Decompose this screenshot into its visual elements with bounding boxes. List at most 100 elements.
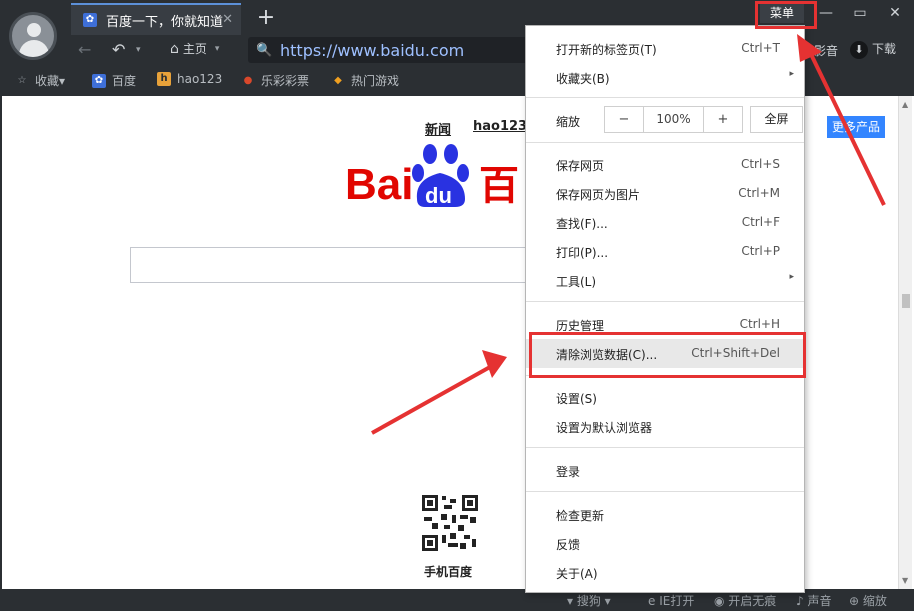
hao123-icon: h [157,72,171,86]
submenu-arrow-icon: ▸ [789,272,794,282]
zoom-out-button[interactable]: − [605,107,643,132]
bookmark-games[interactable]: ◆ 热门游戏 [331,72,399,89]
menu-item-check-update[interactable]: 检查更新 [526,500,804,529]
sound-button[interactable]: ♪ 声音 [796,592,832,609]
user-avatar[interactable] [9,12,57,60]
menu-item-label: 打开新的标签页(T) [556,43,657,57]
video-button[interactable]: 影音 [814,42,838,59]
home-button[interactable]: ⌂ 主页 ▾ [170,40,219,57]
address-bar[interactable]: 🔍 https://www.baidu.com [248,37,528,63]
search-engine-switch[interactable]: ▾ 搜狗 ▾ [567,592,611,609]
scroll-up-icon[interactable]: ▲ [902,100,908,109]
bookmark-favorites[interactable]: ☆ 收藏▾ [15,72,66,89]
menu-item-label: 设置为默认浏览器 [556,421,653,435]
search-engine-label: 搜狗 [576,594,601,608]
menu-item-label: 清除浏览数据(C)... [556,348,658,362]
menu-item-login[interactable]: 登录 [526,456,804,485]
menu-item-label: 查找(F)... [556,217,608,231]
menu-item-label: 收藏夹(B) [556,72,610,86]
menu-item-shortcut: Ctrl+P [741,244,780,258]
zoom-label: 缩放 [556,115,581,129]
menu-item-settings[interactable]: 设置(S) [526,383,804,412]
menu-item-history[interactable]: 历史管理 Ctrl+H [526,310,804,339]
zoom-control: − 100% + [604,106,743,133]
link-hao123[interactable]: hao123 [473,119,527,134]
lottery-icon: ● [243,74,253,86]
ie-open-button[interactable]: e IE打开 [648,592,694,609]
undo-icon[interactable]: ↶ [112,41,125,59]
more-products-button[interactable]: 更多产品 [827,116,885,138]
menu-item-shortcut: Ctrl+Shift+Del [691,346,780,360]
menu-divider [526,447,804,448]
menu-item-shortcut: Ctrl+S [740,157,780,171]
tab-close-icon[interactable]: ✕ [222,12,233,27]
menu-item-label: 检查更新 [556,509,605,523]
zoom-in-button[interactable]: + [704,107,742,132]
menu-item-label: 保存网页 [556,159,605,173]
bookmark-label: 百度 [112,74,137,88]
main-menu-dropdown: 打开新的标签页(T) Ctrl+T 收藏夹(B) ▸ 缩放 − 100% + 全… [525,25,805,593]
logo-text-du: du [425,183,452,208]
menu-item-save-as-image[interactable]: 保存网页为图片 Ctrl+M [526,179,804,208]
menu-item-label: 关于(A) [556,567,598,581]
menu-item-clear-browsing-data[interactable]: 清除浏览数据(C)... Ctrl+Shift+Del [526,339,804,368]
menu-divider [526,142,804,143]
link-news[interactable]: 新闻 [425,119,451,138]
undo-dropdown-icon[interactable]: ▾ [136,41,141,59]
logo-text-bai: Bai [345,160,413,209]
menu-item-label: 工具(L) [556,275,597,289]
bookmark-label: 乐彩彩票 [261,74,310,88]
menu-item-find[interactable]: 查找(F)... Ctrl+F [526,208,804,237]
vertical-scrollbar[interactable]: ▲ ▼ [898,96,912,589]
search-icon: 🔍 [256,42,273,58]
ie-open-label: IE打开 [659,594,695,608]
maximize-icon[interactable]: ▭ [849,4,871,22]
home-label: 主页 [182,42,207,56]
menu-item-label: 历史管理 [556,319,605,333]
scroll-down-icon[interactable]: ▼ [902,576,908,585]
bookmark-label: 热门游戏 [351,74,400,88]
menu-item-tools[interactable]: 工具(L) ▸ [526,266,804,295]
tab-baidu[interactable]: ✿ 百度一下，你就知道 ✕ [71,3,241,35]
menu-item-favorites[interactable]: 收藏夹(B) ▸ [526,63,804,92]
menu-item-print[interactable]: 打印(P)... Ctrl+P [526,237,804,266]
fullscreen-button[interactable]: 全屏 [750,106,803,133]
menu-item-save-page[interactable]: 保存网页 Ctrl+S [526,150,804,179]
bookmark-hao123[interactable]: h hao123 [157,72,222,86]
zoom-level: 100% [643,107,704,132]
menu-item-label: 登录 [556,465,581,479]
url-text: https://www.baidu.com [280,40,465,60]
tab-title: 百度一下，你就知道 [106,14,224,30]
menu-item-label: 设置(S) [556,392,597,406]
zoom-label: 缩放 [862,594,887,608]
back-arrow-icon[interactable]: ← [78,41,91,59]
sound-label: 声音 [807,594,832,608]
home-dropdown-icon[interactable]: ▾ [215,44,220,54]
zoom-button[interactable]: ⊕ 缩放 [849,592,887,609]
scroll-thumb[interactable] [902,294,910,308]
download-button[interactable]: ⬇ 下载 [850,40,896,59]
menu-item-label: 打印(P)... [556,246,609,260]
menu-button[interactable]: 菜单 [760,3,804,23]
menu-item-new-tab[interactable]: 打开新的标签页(T) Ctrl+T [526,34,804,63]
menu-divider [526,375,804,376]
qr-code-icon [420,493,480,553]
search-input[interactable] [130,247,540,283]
bookmark-label: hao123 [177,72,223,86]
star-icon: ☆ [17,74,27,86]
menu-item-about[interactable]: 关于(A) [526,558,804,587]
menu-divider [526,97,804,98]
menu-item-feedback[interactable]: 反馈 [526,529,804,558]
menu-item-shortcut: Ctrl+H [739,317,780,331]
minimize-icon[interactable]: — [815,4,837,22]
incognito-button[interactable]: ◉ 开启无痕 [714,592,776,609]
baidu-logo: Bai du 百 [345,144,519,209]
close-window-icon[interactable]: ✕ [884,4,906,22]
bookmark-lottery[interactable]: ● 乐彩彩票 [241,72,309,89]
avatar-body-shape [19,40,49,57]
new-tab-button[interactable]: + [255,5,277,31]
bookmark-baidu[interactable]: ✿ 百度 [92,72,136,89]
menu-item-label: 反馈 [556,538,581,552]
menu-divider [526,491,804,492]
menu-item-set-default-browser[interactable]: 设置为默认浏览器 [526,412,804,441]
